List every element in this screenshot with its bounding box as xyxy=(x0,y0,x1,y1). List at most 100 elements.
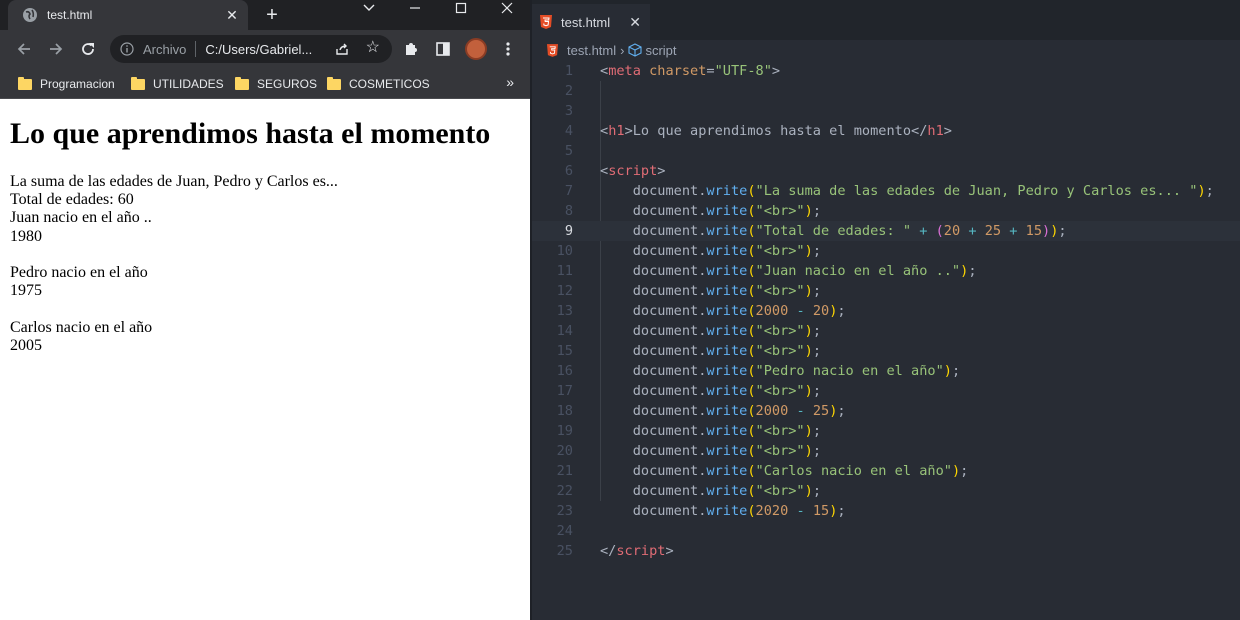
bookmarks-bar: Programacion UTILIDADES SEGUROS COSMETIC… xyxy=(0,68,530,99)
code-line[interactable]: 24 xyxy=(532,521,1240,541)
code-line[interactable]: 20 document.write("<br>"); xyxy=(532,441,1240,461)
code-line[interactable]: 6 <script> xyxy=(532,161,1240,181)
code-text: document.write("<br>"); xyxy=(600,323,821,339)
maximize-button[interactable] xyxy=(438,0,484,16)
code-text: document.write("<br>"); xyxy=(600,343,821,359)
line-number: 16 xyxy=(556,363,573,379)
symbol-cube-icon xyxy=(628,43,643,57)
forward-button[interactable] xyxy=(44,37,68,61)
code-text: document.write("<br>"); xyxy=(600,423,821,439)
code-line[interactable]: 25 </script> xyxy=(532,541,1240,561)
url-text[interactable]: C:/Users/Gabriel... xyxy=(205,42,321,57)
side-panel-icon[interactable] xyxy=(433,39,453,59)
code-text: document.write("Juan nacio en el año .."… xyxy=(600,263,977,279)
editor-tab[interactable]: test.html ✕ xyxy=(532,4,650,40)
new-tab-button[interactable]: + xyxy=(260,3,284,27)
extensions-puzzle-icon[interactable] xyxy=(401,39,421,59)
code-line[interactable]: 19 document.write("<br>"); xyxy=(532,421,1240,441)
code-text: document.write("<br>"); xyxy=(600,283,821,299)
code-line[interactable]: 5 xyxy=(532,141,1240,161)
code-line[interactable]: 2 xyxy=(532,81,1240,101)
code-line[interactable]: 23 document.write(2020 - 15); xyxy=(532,501,1240,521)
code-text: document.write("Total de edades: " + (20… xyxy=(600,223,1067,239)
code-line[interactable]: 17 document.write("<br>"); xyxy=(532,381,1240,401)
output-line: La suma de las edades de Juan, Pedro y C… xyxy=(10,173,338,190)
code-text: document.write(2020 - 15); xyxy=(600,503,846,519)
bookmarks-overflow-button[interactable]: » xyxy=(506,74,514,90)
close-icon[interactable]: ✕ xyxy=(629,14,641,31)
code-text: document.write("Carlos nacio en el año")… xyxy=(600,463,969,479)
code-editor: test.html ✕ test.html › script 1 <meta ch… xyxy=(530,0,1240,620)
address-bar[interactable]: Archivo C:/Users/Gabriel... ☆ xyxy=(110,35,392,63)
bookmark-folder[interactable]: Programacion xyxy=(18,74,115,94)
code-line[interactable]: 12 document.write("<br>"); xyxy=(532,281,1240,301)
chevron-right-icon: › xyxy=(620,42,625,58)
chevron-down-icon[interactable] xyxy=(346,0,392,16)
info-icon[interactable] xyxy=(120,42,134,56)
reload-button[interactable] xyxy=(76,37,100,61)
star-icon[interactable]: ☆ xyxy=(366,40,380,56)
output-line: Pedro nacio en el año xyxy=(10,264,148,282)
site-scheme-label: Archivo xyxy=(143,41,187,57)
code-line[interactable]: 10 document.write("<br>"); xyxy=(532,241,1240,261)
code-line[interactable]: 14 document.write("<br>"); xyxy=(532,321,1240,341)
code-line[interactable]: 13 document.write(2000 - 20); xyxy=(532,301,1240,321)
breadcrumb-symbol[interactable]: script xyxy=(645,43,676,58)
profile-avatar[interactable] xyxy=(465,38,487,60)
code-text: </script> xyxy=(600,543,674,559)
folder-icon xyxy=(235,76,249,90)
output-line: 1975 xyxy=(10,282,42,300)
line-number: 1 xyxy=(564,63,573,79)
globe-icon xyxy=(22,7,38,23)
code-line[interactable]: 16 document.write("Pedro nacio en el año… xyxy=(532,361,1240,381)
line-number: 21 xyxy=(556,463,573,479)
output-line: Carlos nacio en el año xyxy=(10,318,153,336)
line-number: 6 xyxy=(564,163,573,179)
code-line[interactable]: 18 document.write(2000 - 25); xyxy=(532,401,1240,421)
line-number: 7 xyxy=(564,183,573,199)
code-text: document.write("La suma de las edades de… xyxy=(600,183,1214,199)
line-number: 24 xyxy=(556,523,573,539)
minimize-button[interactable] xyxy=(392,0,438,16)
line-number: 18 xyxy=(556,403,573,419)
html5-file-icon xyxy=(547,43,558,57)
bookmark-folder[interactable]: UTILIDADES xyxy=(131,74,224,94)
line-number: 8 xyxy=(564,203,573,219)
bookmark-folder[interactable]: SEGUROS xyxy=(235,74,317,94)
code-text: document.write("<br>"); xyxy=(600,203,821,219)
share-icon[interactable] xyxy=(334,41,350,57)
breadcrumb-file[interactable]: test.html xyxy=(567,43,616,58)
bookmark-folder[interactable]: COSMETICOS xyxy=(327,74,430,94)
browser-tab[interactable]: test.html ✕ xyxy=(8,0,248,30)
code-area[interactable]: 1 <meta charset="UTF-8"> 2 3 4 <h1>Lo que apr… xyxy=(532,61,1240,561)
code-text: document.write("<br>"); xyxy=(600,243,821,259)
code-line[interactable]: 8 document.write("<br>"); xyxy=(532,201,1240,221)
code-line[interactable]: 4 <h1>Lo que aprendimos hasta el momento<… xyxy=(532,121,1240,141)
line-number: 25 xyxy=(556,543,573,559)
kebab-menu-icon[interactable] xyxy=(498,39,518,59)
line-number: 15 xyxy=(556,343,573,359)
output-line: 2005 xyxy=(10,336,42,354)
editor-tab-title: test.html xyxy=(561,14,611,30)
code-line[interactable]: 9 document.write("Total de edades: " + (… xyxy=(532,221,1240,241)
browser-toolbar: Archivo C:/Users/Gabriel... ☆ xyxy=(0,30,530,68)
close-tab-icon[interactable]: ✕ xyxy=(222,5,242,25)
code-line[interactable]: 21 document.write("Carlos nacio en el añ… xyxy=(532,461,1240,481)
code-line[interactable]: 3 xyxy=(532,101,1240,121)
code-line[interactable]: 11 document.write("Juan nacio en el año … xyxy=(532,261,1240,281)
output-line: Total de edades: 60 xyxy=(10,191,134,209)
code-line[interactable]: 1 <meta charset="UTF-8"> xyxy=(532,61,1240,81)
code-text: <script> xyxy=(600,163,666,179)
code-line[interactable]: 7 document.write("La suma de las edades … xyxy=(532,181,1240,201)
html5-file-icon xyxy=(540,15,552,29)
code-text: <h1>Lo que aprendimos hasta el momento</… xyxy=(600,123,952,139)
close-window-button[interactable] xyxy=(484,0,530,16)
folder-icon xyxy=(18,76,32,90)
browser-window: test.html ✕ + Archivo C:/Users/Gabriel..… xyxy=(0,0,530,620)
back-button[interactable] xyxy=(12,37,36,61)
code-line[interactable]: 15 document.write("<br>"); xyxy=(532,341,1240,361)
code-line[interactable]: 22 document.write("<br>"); xyxy=(532,481,1240,501)
line-number: 9 xyxy=(564,223,573,239)
